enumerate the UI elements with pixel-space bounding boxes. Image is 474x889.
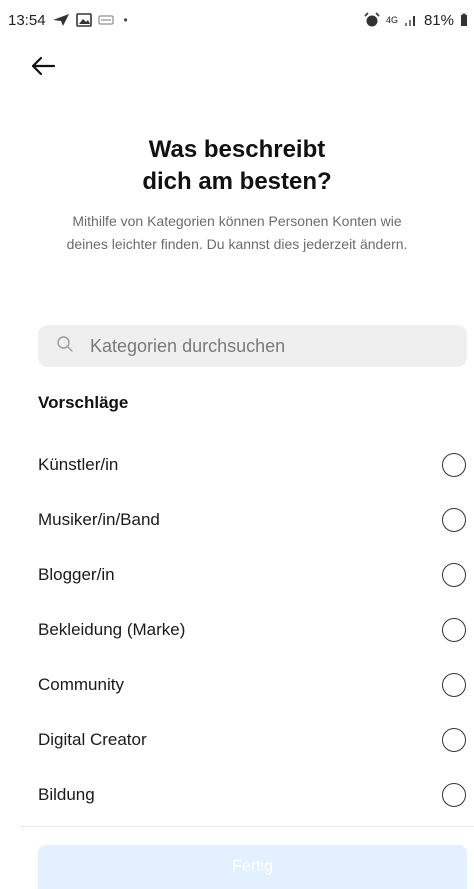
notification-icon xyxy=(98,14,114,26)
category-label: Bekleidung (Marke) xyxy=(38,619,186,639)
page-title-line1: Was beschreibt xyxy=(148,136,326,163)
category-option-bildung[interactable]: Bildung xyxy=(0,767,474,822)
category-label: Digital Creator xyxy=(38,729,147,749)
category-label: Blogger/in xyxy=(38,564,115,584)
category-option-digital-creator[interactable]: Digital Creator xyxy=(0,712,474,767)
page-title: Was beschreibt dich am besten? xyxy=(0,134,474,198)
done-button[interactable]: Fertig xyxy=(38,845,467,889)
network-type: 4G xyxy=(385,14,398,25)
search-bar[interactable] xyxy=(38,325,467,367)
send-icon xyxy=(52,13,70,27)
radio-button[interactable] xyxy=(442,672,466,697)
back-button[interactable] xyxy=(30,52,70,84)
image-icon xyxy=(75,13,92,27)
category-option-kuenstler[interactable]: Künstler/in xyxy=(0,437,474,492)
category-label: Community xyxy=(38,674,124,694)
battery-icon xyxy=(460,13,468,27)
signal-icon xyxy=(404,13,418,27)
status-left: 13:54 • xyxy=(8,12,128,29)
category-option-community[interactable]: Community xyxy=(0,657,474,712)
status-right: 4G 81% xyxy=(364,12,468,29)
search-icon xyxy=(56,335,74,358)
radio-button[interactable] xyxy=(442,617,466,642)
category-label: Bildung xyxy=(38,784,95,804)
radio-button[interactable] xyxy=(442,507,466,532)
category-label: Künstler/in xyxy=(38,454,119,474)
page-description: Mithilfe von Kategorien können Personen … xyxy=(66,213,408,252)
alarm-icon xyxy=(364,12,380,28)
category-option-blogger[interactable]: Blogger/in xyxy=(0,547,474,602)
radio-button[interactable] xyxy=(442,727,466,752)
category-option-bekleidung[interactable]: Bekleidung (Marke) xyxy=(0,602,474,657)
status-dot: • xyxy=(123,13,128,27)
suggestions-heading: Vorschläge xyxy=(38,393,129,412)
radio-button[interactable] xyxy=(442,782,466,807)
radio-button[interactable] xyxy=(442,562,466,587)
search-input[interactable] xyxy=(88,334,428,358)
page-title-line2: dich am besten? xyxy=(142,168,332,195)
battery-percent: 81% xyxy=(423,11,454,29)
category-list: Künstler/in Musiker/in/Band Blogger/in B… xyxy=(0,437,474,822)
footer-divider xyxy=(20,826,474,827)
category-label: Musiker/in/Band xyxy=(38,509,160,529)
arrow-left-icon xyxy=(30,56,56,81)
radio-button[interactable] xyxy=(442,452,466,477)
status-time: 13:54 xyxy=(8,11,46,29)
status-bar: 13:54 • 4G 81% xyxy=(0,0,474,40)
category-option-musiker[interactable]: Musiker/in/Band xyxy=(0,492,474,547)
